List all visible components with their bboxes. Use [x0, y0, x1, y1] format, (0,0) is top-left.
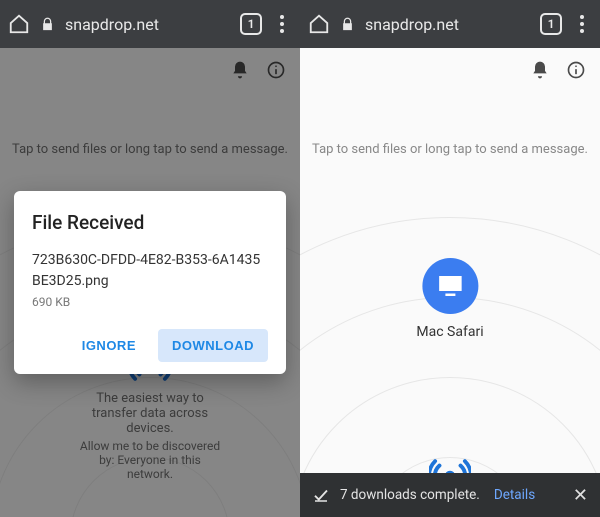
tab-count[interactable]: 1: [240, 13, 262, 35]
overflow-menu-icon[interactable]: [272, 15, 292, 33]
check-icon: [312, 486, 330, 504]
url-text[interactable]: snapdrop.net: [65, 15, 230, 34]
dialog-title: File Received: [32, 211, 268, 234]
file-received-dialog: File Received 723B630C-DFDD-4E82-B353-6A…: [14, 191, 286, 374]
instruction-text: Tap to send files or long tap to send a …: [300, 142, 600, 157]
desktop-icon: [422, 258, 478, 314]
browser-chrome: snapdrop.net 1: [0, 0, 300, 48]
screenshot-right: snapdrop.net 1 Tap to send files or long…: [300, 0, 600, 517]
info-icon[interactable]: [566, 60, 586, 84]
modal-overlay: File Received 723B630C-DFDD-4E82-B353-6A…: [0, 48, 300, 517]
screenshot-left: snapdrop.net 1 Tap to send files or long…: [0, 0, 300, 517]
dialog-filesize: 690 KB: [32, 295, 268, 309]
home-icon[interactable]: [308, 13, 330, 35]
close-icon[interactable]: ✕: [573, 485, 588, 506]
overflow-menu-icon[interactable]: [572, 15, 592, 33]
download-bar: 7 downloads complete. Details ✕: [300, 473, 600, 517]
app-topbar: [516, 48, 600, 96]
peer-device[interactable]: Mac Safari: [416, 258, 483, 340]
dialog-filename: 723B630C-DFDD-4E82-B353-6A1435BE3D25.png: [32, 250, 268, 291]
app-area: Tap to send files or long tap to send a …: [0, 48, 300, 517]
home-icon[interactable]: [8, 13, 30, 35]
download-details-link[interactable]: Details: [494, 487, 535, 503]
app-area: Tap to send files or long tap to send a …: [300, 48, 600, 517]
lock-icon: [340, 17, 355, 32]
browser-chrome: snapdrop.net 1: [300, 0, 600, 48]
url-text[interactable]: snapdrop.net: [365, 15, 530, 34]
bell-icon[interactable]: [530, 60, 550, 84]
dialog-actions: IGNORE DOWNLOAD: [32, 329, 268, 362]
ignore-button[interactable]: IGNORE: [68, 329, 150, 362]
lock-icon: [40, 17, 55, 32]
tab-count[interactable]: 1: [540, 13, 562, 35]
download-button[interactable]: DOWNLOAD: [158, 329, 268, 362]
peer-label: Mac Safari: [416, 324, 483, 340]
download-bar-text: 7 downloads complete.: [340, 487, 480, 503]
